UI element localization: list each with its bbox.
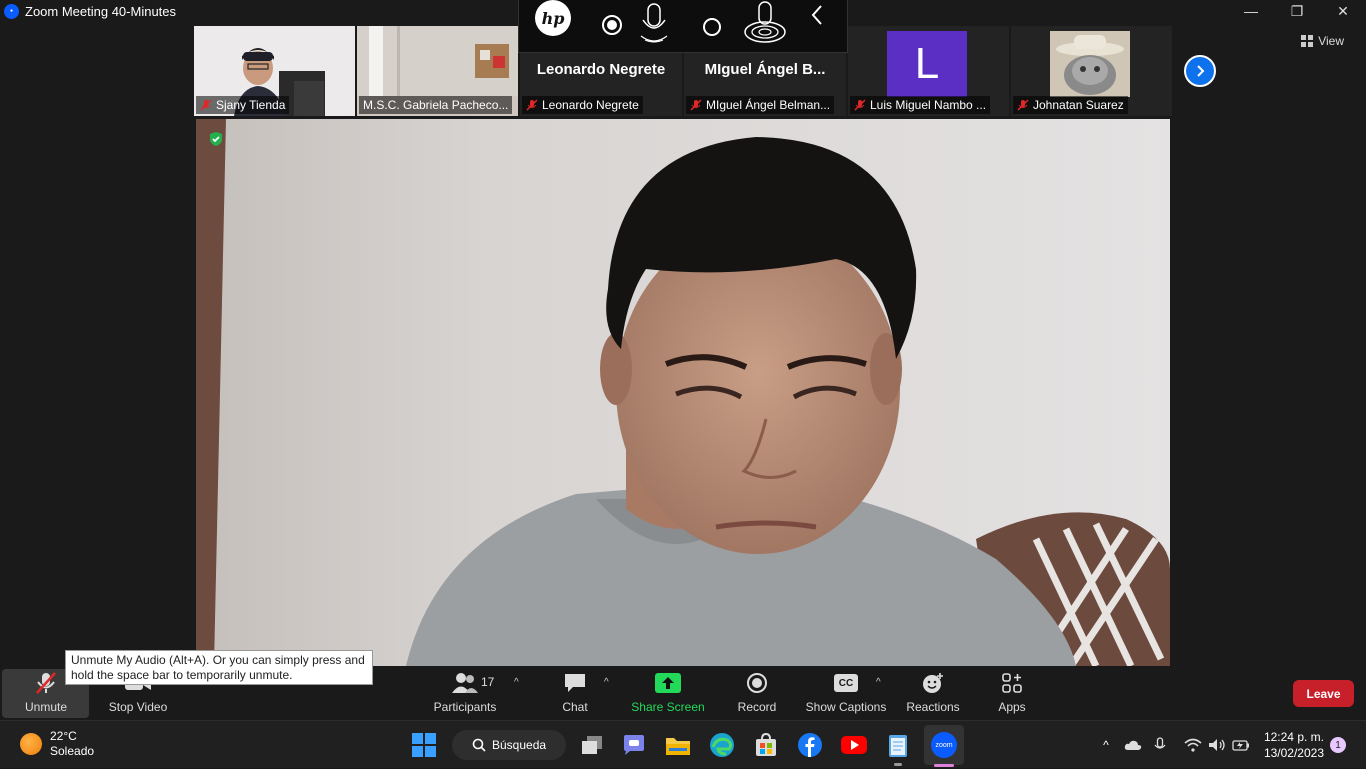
mic-muted-icon [34, 670, 58, 696]
taskbar-app-store[interactable] [750, 729, 782, 761]
hp-logo: hp [535, 0, 571, 36]
participant-tile[interactable]: M.S.C. Gabriela Pacheco... [357, 26, 518, 116]
task-view-button[interactable] [576, 729, 608, 761]
zoom-icon: zoom [931, 732, 957, 758]
active-speaker-video[interactable] [196, 119, 1170, 666]
share-screen-button[interactable]: Share Screen [628, 667, 708, 720]
notepad-icon [889, 735, 907, 757]
show-hidden-icons-button[interactable]: ^ [1098, 738, 1114, 752]
clock-time: 12:24 p. m. [1263, 730, 1324, 744]
unmute-tooltip: Unmute My Audio (Alt+A). Or you can simp… [65, 650, 373, 685]
task-view-icon [582, 736, 602, 754]
tile-name-tag: MIguel Ángel Belman... [686, 96, 835, 114]
participants-icon [451, 670, 479, 696]
chevron-left-icon[interactable] [809, 4, 825, 26]
hp-audio-overlay: hp [518, 0, 848, 53]
weather-temperature: 22°C [50, 729, 77, 743]
record-button[interactable]: Record [732, 667, 782, 720]
taskbar-app-facebook[interactable] [794, 729, 826, 761]
next-page-button[interactable] [1184, 55, 1216, 87]
tile-name-tag: M.S.C. Gabriela Pacheco... [359, 96, 513, 114]
tile-name-tag: Johnatan Suarez [1013, 96, 1128, 114]
facebook-icon [798, 733, 822, 757]
avatar: L [887, 31, 967, 97]
youtube-icon [841, 736, 867, 754]
participant-tile[interactable]: L Luis Miguel Nambo ... [848, 26, 1009, 116]
participant-tile[interactable]: Johnatan Suarez [1011, 26, 1172, 116]
weather-description: Soleado [50, 744, 95, 758]
record-icon [746, 670, 768, 696]
volume-icon[interactable] [1208, 738, 1226, 752]
start-button[interactable] [408, 729, 440, 761]
zoom-app-icon: ● [4, 3, 19, 19]
windows-logo-icon [412, 733, 436, 757]
edge-browser-icon [710, 733, 734, 757]
share-screen-icon [655, 670, 681, 696]
apps-button[interactable]: Apps [992, 667, 1032, 720]
mic-muted-icon [1017, 99, 1029, 111]
participants-caret[interactable]: ^ [514, 677, 519, 688]
battery-charging-icon[interactable] [1232, 739, 1250, 751]
running-indicator [894, 763, 902, 766]
participant-big-name: Leonardo Negrete [536, 61, 666, 78]
smiley-icon [921, 670, 945, 696]
chevron-right-icon [1197, 65, 1205, 77]
participant-big-name: MIguel Ángel B... [704, 61, 826, 78]
os-taskbar: 22°C Soleado Búsqueda zoom ^ 12:24 p. m.… [0, 720, 1366, 768]
mic-muted-icon [200, 99, 212, 111]
grid-view-icon [1301, 35, 1314, 47]
sun-icon [20, 733, 42, 755]
onedrive-cloud-icon[interactable] [1124, 739, 1142, 751]
taskbar-app-zoom[interactable]: zoom [924, 725, 964, 767]
taskbar-app-explorer[interactable] [662, 729, 694, 761]
taskbar-app-notepad[interactable] [882, 729, 914, 766]
view-button[interactable]: View [1301, 34, 1344, 48]
system-clock[interactable]: 12:24 p. m. 13/02/2023 [1258, 729, 1324, 761]
chat-caret[interactable]: ^ [604, 677, 609, 688]
avatar [1050, 31, 1130, 97]
window-title: Zoom Meeting 40-Minutes [25, 3, 177, 19]
closed-captions-icon: CC [834, 670, 858, 696]
taskbar-app-edge[interactable] [706, 729, 738, 761]
tile-name-tag: Sjany Tienda [196, 96, 290, 114]
teams-chat-icon [624, 735, 644, 755]
restore-button[interactable]: ❐ [1274, 0, 1320, 22]
captions-caret[interactable]: ^ [876, 677, 881, 688]
speaker-video-frame [196, 119, 1170, 666]
mic-muted-icon [854, 99, 866, 111]
store-icon [756, 733, 776, 756]
microphone-array-icon[interactable] [741, 0, 789, 48]
tile-name-tag: Luis Miguel Nambo ... [850, 96, 991, 114]
chat-bubble-icon [563, 670, 587, 696]
active-indicator [934, 764, 954, 767]
window-controls: — ❐ ✕ [1228, 0, 1366, 22]
minimize-button[interactable]: — [1228, 0, 1274, 22]
weather-widget[interactable]: 22°C Soleado [20, 729, 94, 759]
radio-selected-icon[interactable] [601, 14, 623, 36]
mic-muted-icon [690, 99, 702, 111]
taskbar-app-chat[interactable] [618, 729, 650, 761]
wifi-icon[interactable] [1184, 738, 1202, 752]
system-tray: ^ [1098, 721, 1250, 769]
apps-icon [1001, 670, 1023, 696]
taskbar-search[interactable]: Búsqueda [452, 730, 566, 760]
close-window-button[interactable]: ✕ [1320, 0, 1366, 22]
microphone-icon[interactable] [1154, 737, 1166, 753]
clock-date: 13/02/2023 [1263, 746, 1324, 760]
mic-muted-icon [526, 99, 538, 111]
notification-badge[interactable]: 1 [1330, 737, 1346, 753]
chat-button[interactable]: Chat [552, 667, 598, 720]
show-captions-button[interactable]: CC Show Captions [804, 667, 888, 720]
participants-count: 17 [481, 675, 495, 689]
participant-tile[interactable]: Sjany Tienda [194, 26, 355, 116]
folder-icon [666, 738, 690, 755]
leave-button[interactable]: Leave [1293, 680, 1354, 707]
reactions-button[interactable]: Reactions [904, 667, 962, 720]
search-icon [472, 738, 486, 752]
taskbar-app-youtube[interactable] [838, 729, 870, 761]
tile-name-tag: Leonardo Negrete [522, 96, 643, 114]
microphone-icon[interactable] [635, 2, 675, 48]
radio-unselected-icon[interactable] [701, 16, 723, 38]
encryption-shield-icon[interactable] [208, 131, 224, 147]
